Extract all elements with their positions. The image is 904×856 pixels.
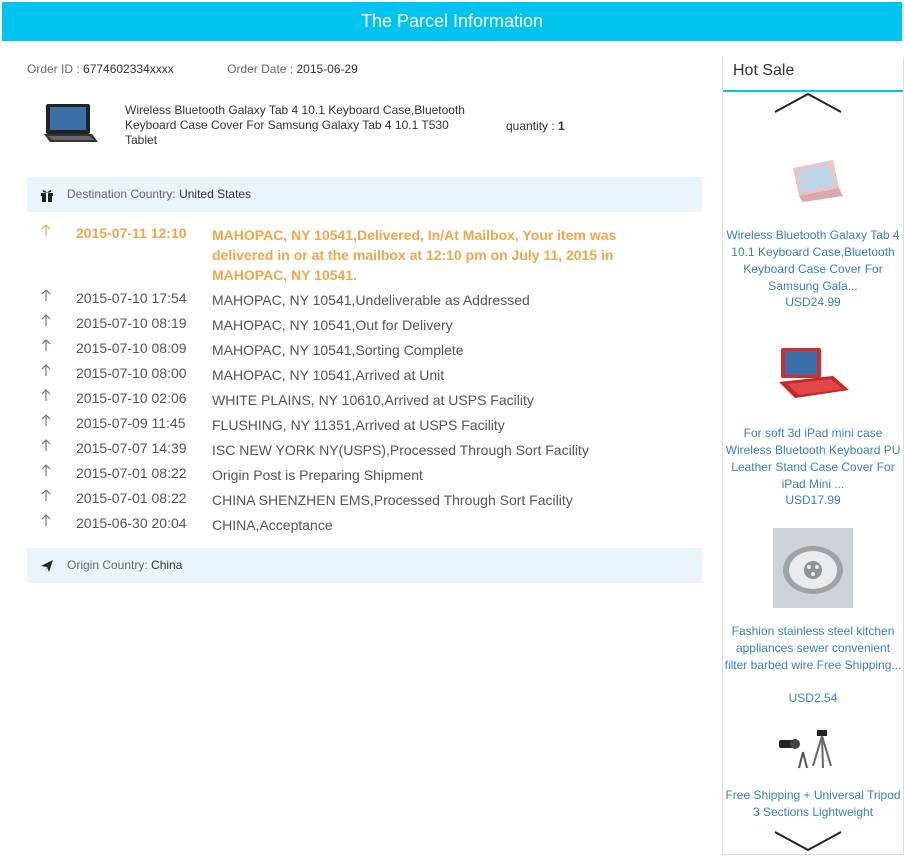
hot-sale-item-name[interactable]: For soft 3d iPad mini case Wireless Blue… bbox=[723, 425, 903, 493]
arrow-up-icon bbox=[41, 389, 51, 401]
product-summary: Wireless Bluetooth Galaxy Tab 4 10.1 Key… bbox=[40, 96, 700, 156]
arrow-up-icon bbox=[41, 289, 51, 301]
tracking-description: FLUSHING, NY 11351,Arrived at USPS Facil… bbox=[212, 417, 505, 433]
arrow-up-icon bbox=[41, 514, 51, 526]
order-date-label: Order Date : bbox=[227, 62, 297, 76]
arrow-up-icon bbox=[41, 339, 51, 351]
page-header: The Parcel Information bbox=[2, 2, 902, 41]
gift-icon bbox=[41, 190, 53, 202]
tracking-time: 2015-07-07 14:39 bbox=[76, 440, 187, 456]
page-title: The Parcel Information bbox=[360, 11, 544, 31]
tracking-time: 2015-07-09 11:45 bbox=[76, 415, 186, 431]
tracking-description: WHITE PLAINS, NY 10610,Arrived at USPS F… bbox=[212, 392, 534, 408]
arrow-up-icon bbox=[41, 489, 51, 501]
arrow-up-icon bbox=[41, 314, 51, 326]
tracking-description: MAHOPAC, NY 10541,Delivered, In/At Mailb… bbox=[212, 227, 617, 283]
tracking-time: 2015-07-10 17:54 bbox=[76, 290, 187, 306]
hot-sale-item-name[interactable]: Fashion stainless steel kitchen applianc… bbox=[723, 623, 903, 674]
destination-value: United States bbox=[179, 187, 252, 201]
product-thumbnail bbox=[44, 104, 98, 142]
origin-country-bar: Origin Country: China bbox=[27, 548, 702, 583]
paper-plane-icon bbox=[41, 560, 53, 572]
product-image[interactable] bbox=[773, 338, 853, 418]
origin-label: Origin Country: bbox=[67, 558, 152, 572]
tracking-time: 2015-06-30 20:04 bbox=[76, 515, 187, 531]
order-id-value: 6774602334xxxx bbox=[83, 62, 174, 76]
product-image[interactable] bbox=[773, 718, 853, 778]
tracking-time: 2015-07-01 08:22 bbox=[76, 465, 187, 481]
tracking-time: 2015-07-10 08:00 bbox=[76, 365, 187, 381]
arrow-up-icon bbox=[41, 364, 51, 376]
hot-sale-title: Hot Sale bbox=[723, 58, 903, 92]
quantity-value: 1 bbox=[558, 119, 565, 133]
hot-sale-sidebar: Hot Sale Wireless Bluetooth Galaxy Tab 4… bbox=[722, 58, 904, 855]
tracking-description: MAHOPAC, NY 10541,Sorting Complete bbox=[212, 342, 464, 358]
arrow-up-icon bbox=[41, 414, 51, 426]
hot-sale-item-name[interactable]: Wireless Bluetooth Galaxy Tab 4 10.1 Key… bbox=[723, 227, 903, 295]
tracking-description: MAHOPAC, NY 10541,Undeliverable as Addre… bbox=[212, 292, 530, 308]
hot-sale-item-price: USD17.99 bbox=[785, 493, 841, 507]
tracking-description: MAHOPAC, NY 10541,Arrived at Unit bbox=[212, 367, 445, 383]
tracking-description: Origin Post is Preparing Shipment bbox=[212, 467, 423, 483]
arrow-up-icon bbox=[41, 224, 51, 236]
product-name: Wireless Bluetooth Galaxy Tab 4 10.1 Key… bbox=[125, 103, 465, 147]
hot-sale-item-name[interactable]: Free Shipping + Universal Tripod 3 Secti… bbox=[723, 787, 903, 821]
destination-label: Destination Country: bbox=[67, 187, 180, 201]
destination-country-bar: Destination Country: United States bbox=[27, 177, 702, 212]
tracking-description: MAHOPAC, NY 10541,Out for Delivery bbox=[212, 317, 453, 333]
chevron-down-icon[interactable] bbox=[773, 830, 843, 852]
tracking-time: 2015-07-10 08:19 bbox=[76, 315, 187, 331]
order-meta: Order ID : 6774602334xxxx Order Date : 2… bbox=[27, 62, 358, 76]
origin-value: China bbox=[151, 558, 183, 572]
arrow-up-icon bbox=[41, 464, 51, 476]
order-date-value: 2015-06-29 bbox=[296, 62, 358, 76]
tracking-time: 2015-07-10 02:06 bbox=[76, 390, 187, 406]
tracking-description: ISC NEW YORK NY(USPS),Processed Through … bbox=[212, 442, 589, 458]
tracking-time: 2015-07-11 12:10 bbox=[76, 225, 187, 241]
product-image[interactable] bbox=[773, 138, 853, 218]
product-quantity: quantity : 1 bbox=[506, 119, 565, 133]
tracking-time: 2015-07-10 08:09 bbox=[76, 340, 187, 356]
order-id-label: Order ID : bbox=[27, 62, 84, 76]
quantity-label: quantity : bbox=[506, 119, 559, 133]
tracking-time: 2015-07-01 08:22 bbox=[76, 490, 187, 506]
hot-sale-item-price: USD2.54 bbox=[788, 691, 838, 705]
arrow-up-icon bbox=[41, 439, 51, 451]
hot-sale-item-price: USD24.99 bbox=[785, 295, 841, 309]
tracking-description: CHINA SHENZHEN EMS,Processed Through Sor… bbox=[212, 492, 573, 508]
chevron-up-icon[interactable] bbox=[773, 92, 843, 114]
tracking-description: CHINA,Acceptance bbox=[212, 517, 333, 533]
product-image[interactable] bbox=[773, 528, 853, 608]
